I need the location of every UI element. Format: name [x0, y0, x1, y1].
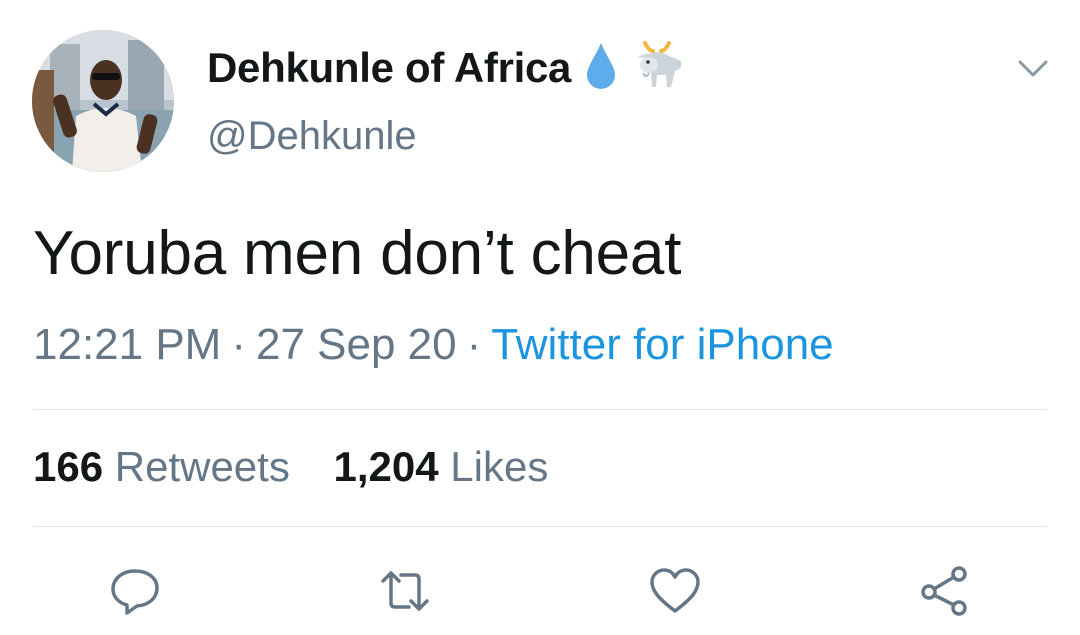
- share-button[interactable]: [917, 563, 973, 619]
- retweet-icon: [381, 571, 429, 611]
- tweet-date[interactable]: 27 Sep 20: [256, 320, 457, 369]
- likes-label: Likes: [450, 443, 549, 490]
- avatar-photo: [32, 30, 174, 172]
- retweets-stat[interactable]: 166 Retweets: [33, 443, 290, 490]
- avatar[interactable]: [32, 30, 174, 172]
- tweet-meta: 12:21 PM · 27 Sep 20 · Twitter for iPhone: [33, 320, 834, 370]
- divider: [33, 409, 1047, 410]
- meta-separator: ·: [466, 320, 482, 369]
- retweets-count: 166: [33, 443, 104, 490]
- action-bar: [0, 563, 1080, 619]
- meta-separator: ·: [231, 320, 246, 369]
- like-icon: [650, 568, 700, 613]
- likes-count: 1,204: [333, 443, 439, 490]
- tweet-stats: 166 Retweets 1,204 Likes: [33, 443, 580, 491]
- like-button[interactable]: [647, 563, 703, 619]
- author-name-row: Dehkunle of Africa: [207, 40, 683, 96]
- tweet-text: Yoruba men don’t cheat: [33, 219, 682, 288]
- share-icon: [921, 566, 967, 616]
- droplet-icon: [585, 41, 617, 96]
- goat-icon: [631, 39, 683, 98]
- author-handle[interactable]: @Dehkunle: [207, 114, 417, 159]
- likes-stat[interactable]: 1,204 Likes: [334, 443, 549, 490]
- retweet-button[interactable]: [377, 563, 433, 619]
- more-options-button[interactable]: [1016, 56, 1050, 82]
- reply-button[interactable]: [107, 563, 163, 619]
- tweet-time[interactable]: 12:21 PM: [33, 320, 221, 369]
- divider: [33, 526, 1047, 527]
- retweets-label: Retweets: [114, 443, 290, 490]
- display-name[interactable]: Dehkunle of Africa: [207, 44, 571, 92]
- tweet-source-link[interactable]: Twitter for iPhone: [491, 320, 833, 369]
- reply-icon: [111, 569, 159, 615]
- chevron-down-icon: [1018, 60, 1048, 77]
